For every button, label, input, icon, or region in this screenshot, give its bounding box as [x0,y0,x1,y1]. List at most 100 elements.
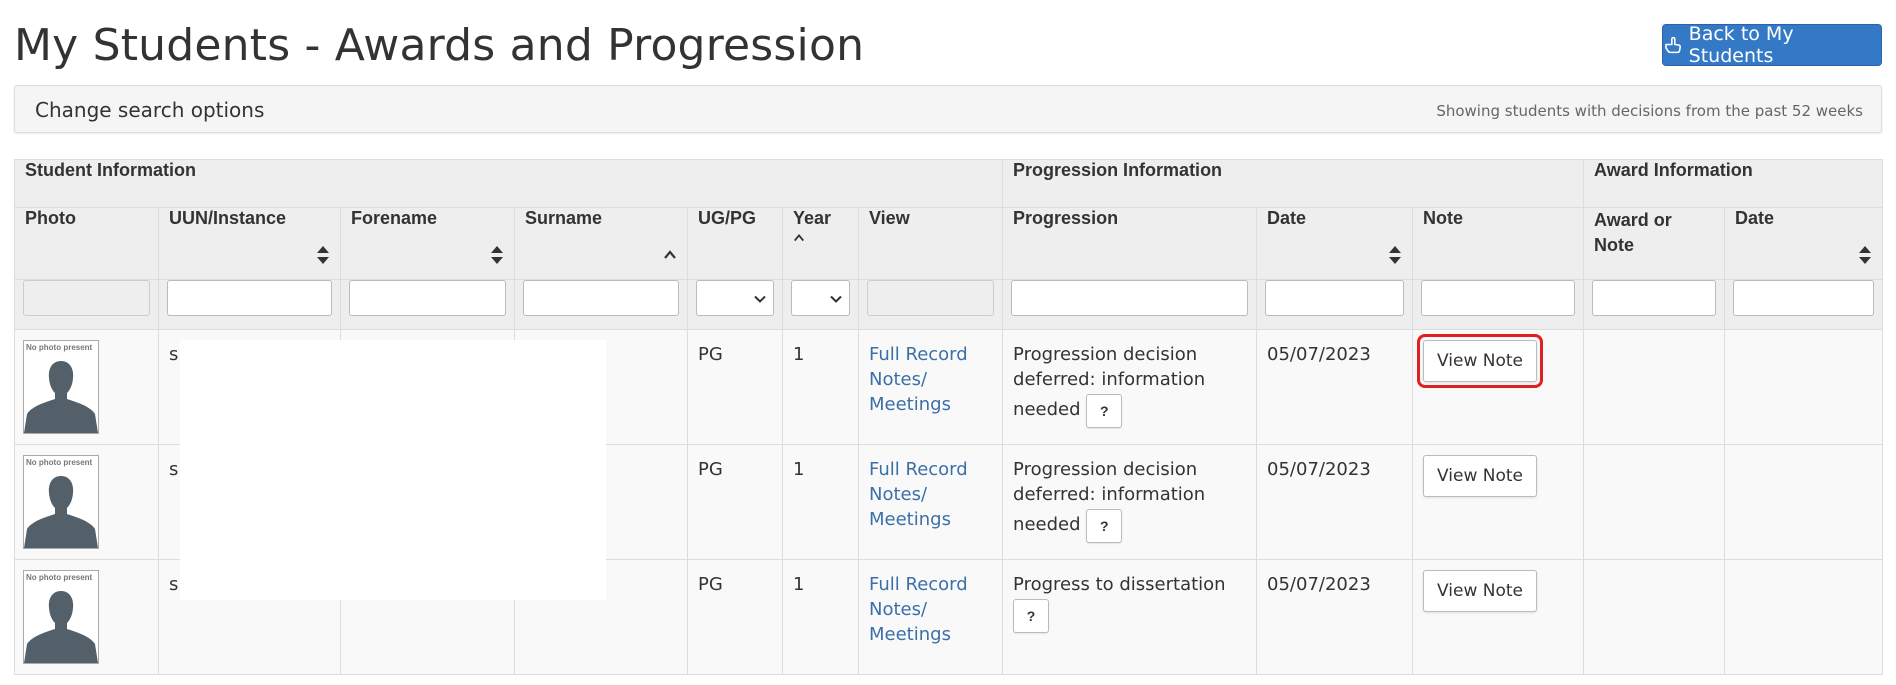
person-silhouette-icon [24,591,98,663]
filter-award-date-cell [1724,279,1884,330]
note-cell: View Note [1412,329,1585,445]
full-record-link[interactable]: Full Record [869,344,968,365]
student-photo-placeholder: No photo present [23,570,99,664]
year-cell: 1 [782,559,859,675]
progression-filter-input[interactable] [1011,280,1249,316]
person-silhouette-icon [24,476,98,548]
col-surname[interactable]: Surname [514,207,688,280]
sort-both-icon [1389,246,1402,264]
student-photo-placeholder: No photo present [23,340,99,434]
ugpg-filter-select[interactable] [696,280,774,316]
view-links-cell: Full Record Notes/Meetings [857,444,1004,560]
search-scope-info: Showing students with decisions from the… [1436,102,1863,120]
surname-filter-input[interactable] [523,280,679,316]
photo-cell: No photo present [14,444,159,560]
view-links-cell: Full Record Notes/Meetings [857,559,1004,675]
view-note-button[interactable]: View Note [1423,340,1538,382]
hand-pointer-icon [1665,36,1681,54]
sort-ascending-icon [793,233,805,242]
col-progression-date[interactable]: Date [1256,207,1414,280]
progression-cell: Progression decision deferred: informati… [1002,329,1258,445]
award-filter-input[interactable] [1592,280,1717,316]
forename-filter-input[interactable] [349,280,506,316]
group-student-information: Student Information [13,159,1004,208]
progression-text: Progress to dissertation [1013,574,1226,595]
full-record-link[interactable]: Full Record [869,574,968,595]
filter-view-cell [857,279,1004,330]
view-filter-disabled [867,280,995,316]
col-photo: Photo [14,207,159,280]
highlight-box: View Note [1417,334,1544,388]
progression-date-filter-input[interactable] [1265,280,1405,316]
notes-meetings-link[interactable]: Notes/Meetings [869,484,951,530]
filter-progression-cell [1002,279,1258,330]
progression-cell: Progression decision deferred: informati… [1002,444,1258,560]
col-award-or-note[interactable]: Award or Note [1583,207,1726,280]
note-button-wrap: View Note [1423,455,1538,497]
photo-cell: No photo present [14,559,159,675]
back-to-my-students-button[interactable]: Back to My Students [1662,23,1882,67]
award-cell [1583,329,1726,445]
uun-filter-input[interactable] [167,280,332,316]
notes-meetings-link[interactable]: Notes/Meetings [869,369,951,415]
person-silhouette-icon [24,361,98,433]
col-year[interactable]: Year [782,207,859,280]
view-links-cell: Full Record Notes/Meetings [857,329,1004,445]
sort-both-icon [1859,246,1872,264]
ugpg-cell: PG [687,444,783,560]
col-award-date[interactable]: Date [1724,207,1884,280]
group-progression-information: Progression Information [1002,159,1585,208]
sort-both-icon [317,246,329,264]
progression-cell: Progress to dissertation ? [1002,559,1258,675]
filter-uun-cell [158,279,341,330]
photo-cell: No photo present [14,329,159,445]
award-date-cell [1724,329,1884,445]
ugpg-cell: PG [687,559,783,675]
year-filter-select[interactable] [791,280,850,316]
sort-ascending-icon [664,250,676,259]
col-note: Note [1412,207,1585,280]
year-cell: 1 [782,444,859,560]
progression-date-cell: 05/07/2023 [1256,559,1414,675]
filter-row [14,279,1884,330]
column-group-row: Student Information Progression Informat… [13,159,1884,208]
page-title: My Students - Awards and Progression [14,20,865,71]
change-search-options-toggle[interactable]: Change search options [35,98,264,122]
filter-year-cell [782,279,859,330]
award-cell [1583,559,1726,675]
student-photo-placeholder: No photo present [23,455,99,549]
ugpg-cell: PG [687,329,783,445]
award-date-filter-input[interactable] [1733,280,1875,316]
col-view: View [857,207,1004,280]
note-filter-input[interactable] [1421,280,1576,316]
full-record-link[interactable]: Full Record [869,459,968,480]
col-progression[interactable]: Progression [1002,207,1258,280]
progression-date-cell: 05/07/2023 [1256,329,1414,445]
view-note-button[interactable]: View Note [1423,455,1538,497]
award-date-cell [1724,444,1884,560]
notes-meetings-link[interactable]: Notes/Meetings [869,599,951,645]
sort-both-icon [491,246,503,264]
filter-forename-cell [340,279,515,330]
progression-help-button[interactable]: ? [1013,599,1050,633]
filter-photo-cell [14,279,159,330]
progression-date-cell: 05/07/2023 [1256,444,1414,560]
col-ug-pg[interactable]: UG/PG [687,207,783,280]
progression-help-button[interactable]: ? [1086,394,1123,428]
note-button-wrap: View Note [1423,570,1538,612]
redaction-overlay [180,340,606,600]
progression-help-button[interactable]: ? [1086,509,1123,543]
filter-award-cell [1583,279,1726,330]
filter-ugpg-cell [687,279,783,330]
column-header-row: Photo UUN/Instance Forename Surname UG/P… [14,207,1884,280]
filter-surname-cell [514,279,688,330]
award-cell [1583,444,1726,560]
year-cell: 1 [782,329,859,445]
col-forename[interactable]: Forename [340,207,515,280]
note-cell: View Note [1412,444,1585,560]
filter-note-cell [1412,279,1585,330]
col-uun-instance[interactable]: UUN/Instance [158,207,341,280]
back-button-label: Back to My Students [1688,23,1794,67]
view-note-button[interactable]: View Note [1423,570,1538,612]
photo-filter-disabled [23,280,150,316]
